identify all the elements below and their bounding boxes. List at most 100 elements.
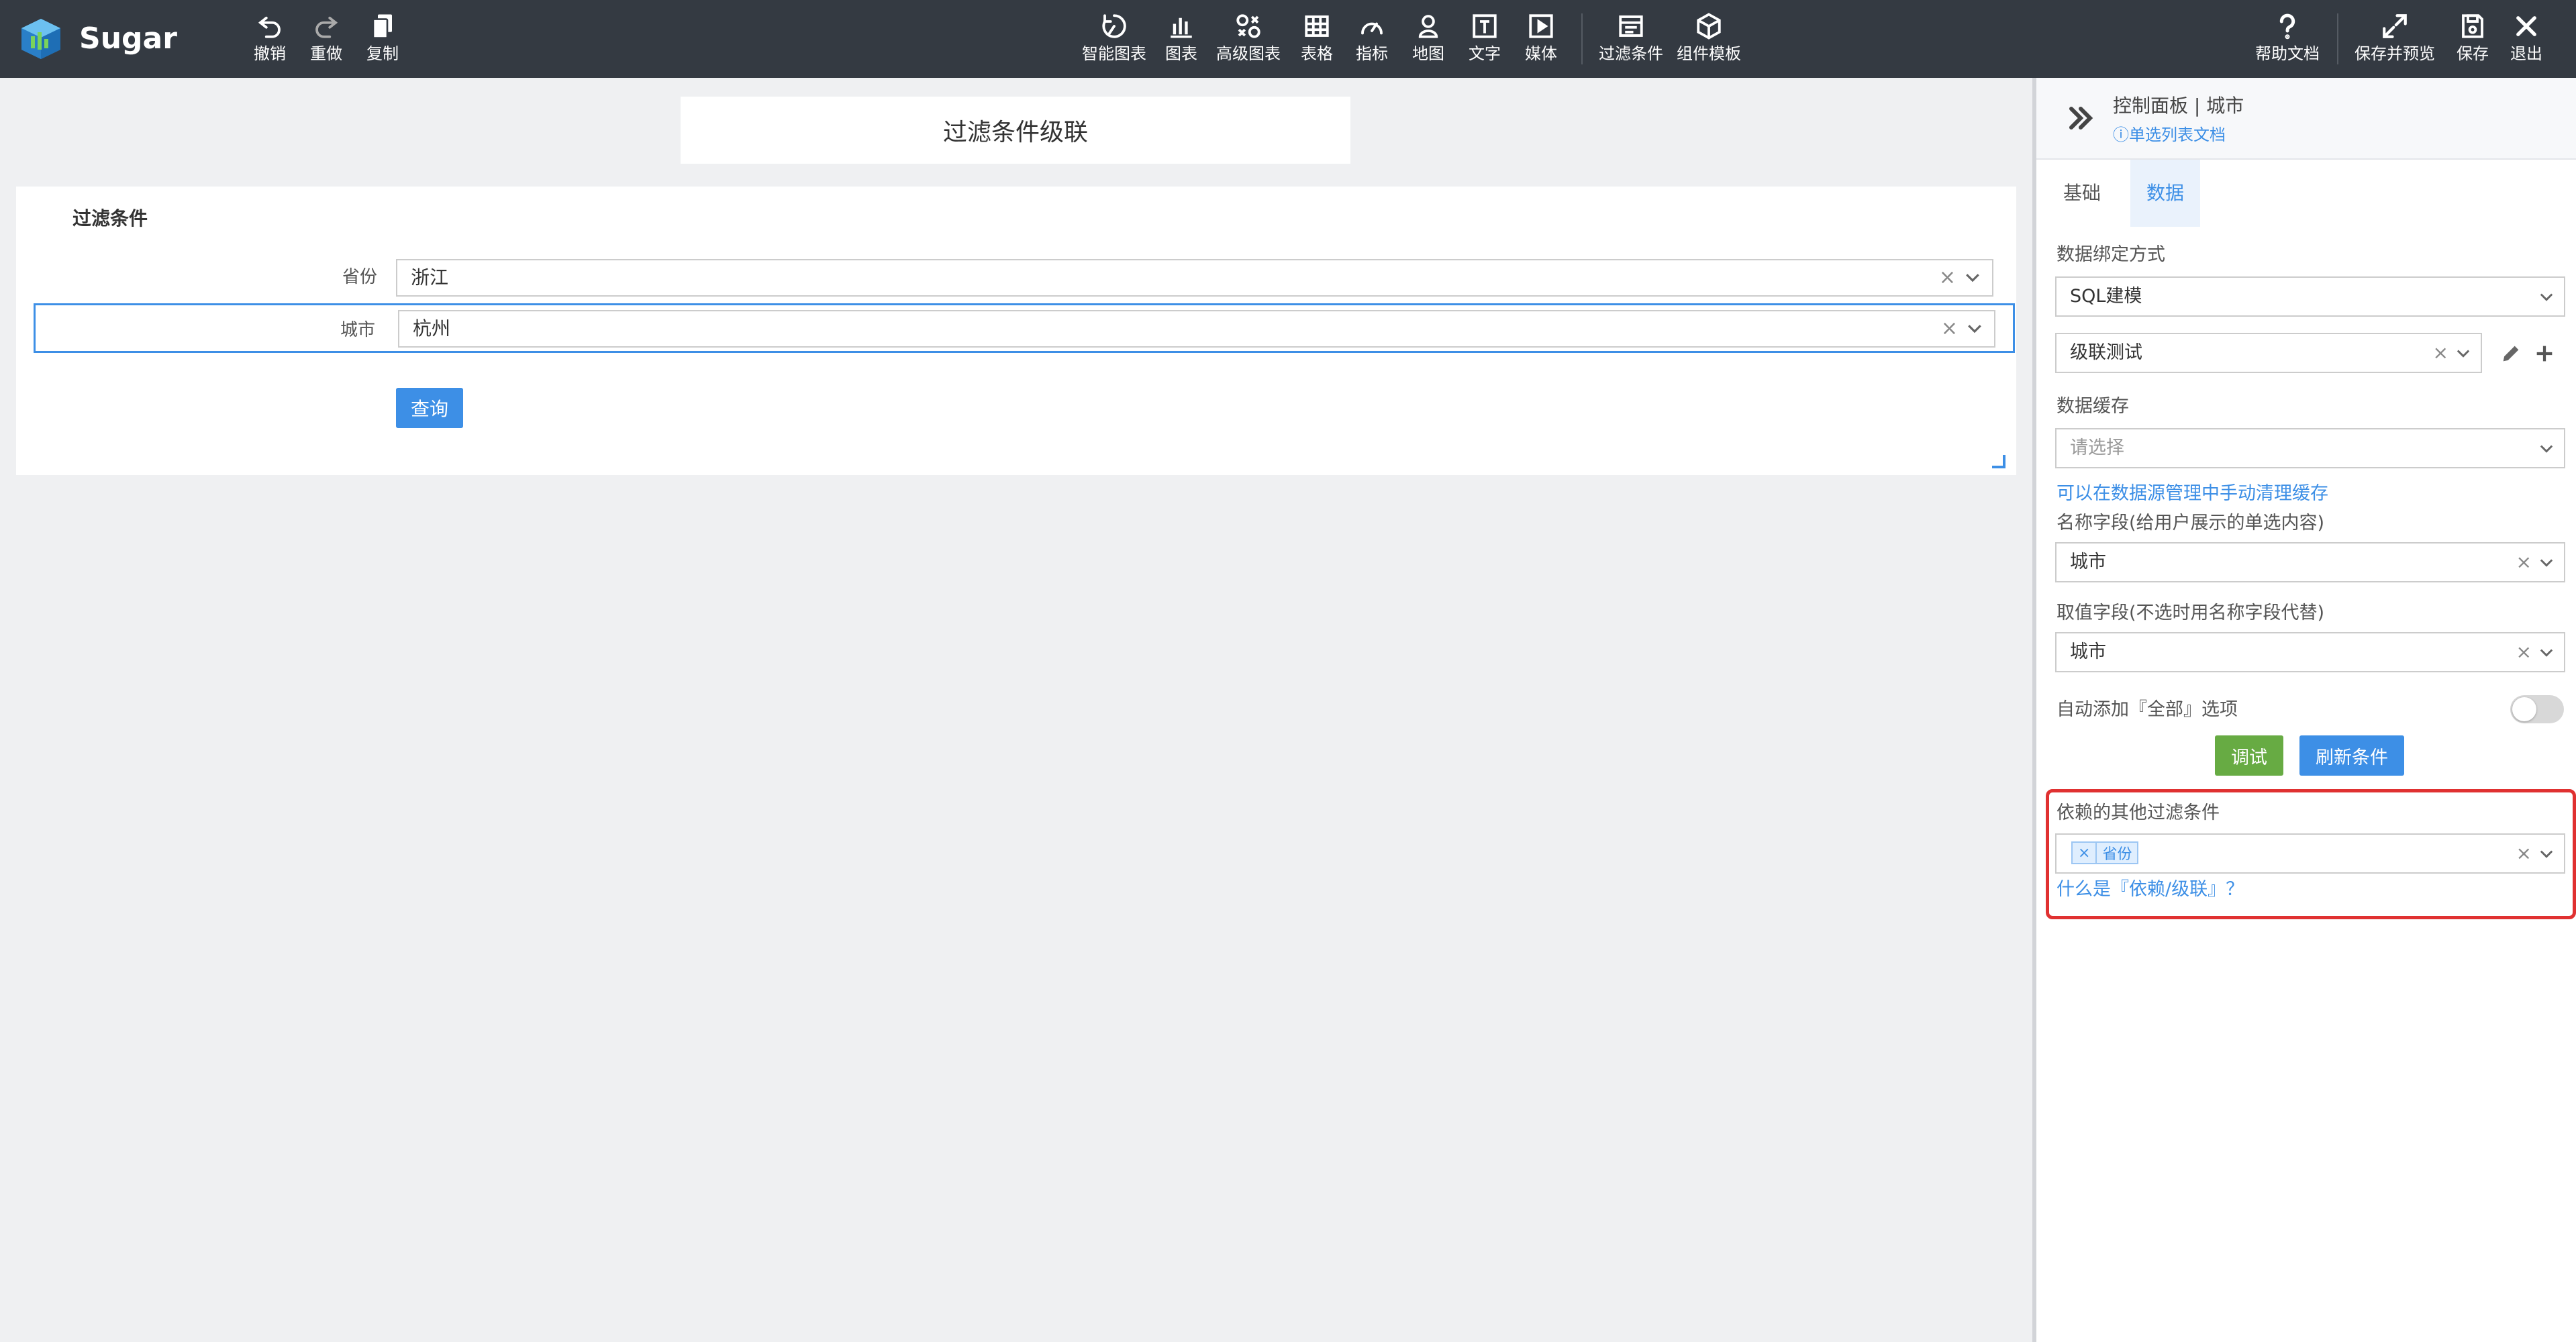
tab-data[interactable]: 数据 (2130, 160, 2201, 227)
tag-remove-icon[interactable]: × (2073, 843, 2097, 863)
debug-button[interactable]: 调试 (2215, 735, 2283, 776)
copy-label: 复制 (366, 44, 399, 63)
app-brand: Sugar (79, 21, 177, 56)
chevron-down-icon (2540, 559, 2553, 567)
clear-icon[interactable]: × (2516, 835, 2532, 872)
component-template-button[interactable]: 组件模板 (1677, 12, 1741, 70)
chevron-down-icon (2540, 445, 2553, 453)
top-toolbar: Sugar 撤销 重做 复制 智能图表 图表 高级图表 表格 指标 地图 文字 (0, 0, 2576, 78)
copy-button[interactable]: 复制 (366, 12, 399, 70)
advanced-chart-icon (1236, 14, 1260, 38)
text-button[interactable]: 文字 (1469, 12, 1501, 70)
toolbar-divider-right (2337, 13, 2338, 64)
chevron-down-icon (1966, 274, 1979, 282)
smart-chart-icon (1102, 14, 1126, 38)
tab-basic[interactable]: 基础 (2047, 160, 2117, 227)
smart-chart-button[interactable]: 智能图表 (1082, 12, 1146, 70)
component-template-label: 组件模板 (1677, 44, 1741, 63)
gauge-icon (1361, 22, 1383, 35)
value-field-value: 城市 (2070, 641, 2106, 662)
clear-icon[interactable]: × (2516, 544, 2532, 581)
depends-tag: × 省份 (2071, 841, 2139, 864)
binding-label: 数据绑定方式 (2057, 244, 2165, 265)
undo-button[interactable]: 撤销 (254, 12, 286, 70)
province-label: 省份 (342, 267, 377, 287)
cache-select[interactable]: 请选择 (2055, 428, 2565, 468)
chevron-down-icon (2540, 293, 2553, 301)
name-field-value: 城市 (2070, 552, 2106, 572)
binding-select[interactable]: SQL建模 (2055, 276, 2565, 317)
canvas-title-text: 过滤条件级联 (942, 119, 1088, 146)
plus-icon[interactable] (2533, 342, 2556, 365)
chart-label: 图表 (1165, 44, 1197, 63)
doc-link-text: 单选列表文档 (2129, 125, 2226, 144)
media-icon (1529, 14, 1553, 38)
redo-button[interactable]: 重做 (310, 12, 342, 70)
chevron-down-icon (1968, 325, 1981, 333)
map-button[interactable]: 地图 (1412, 12, 1444, 70)
refresh-button-label: 刷新条件 (2316, 747, 2388, 768)
table-button[interactable]: 表格 (1301, 12, 1333, 70)
depends-help-link[interactable]: 什么是『依赖/级联』？ (2057, 878, 2244, 902)
depends-tag-label: 省份 (2102, 846, 2132, 863)
filter-button[interactable]: 过滤条件 (1599, 12, 1663, 70)
save-label: 保存 (2457, 44, 2489, 63)
clear-icon[interactable]: × (2433, 334, 2448, 372)
map-label: 地图 (1412, 44, 1444, 63)
edit-icon[interactable] (2499, 342, 2522, 365)
cache-clear-link[interactable]: 可以在数据源管理中手动清理缓存 (2057, 482, 2328, 506)
media-button[interactable]: 媒体 (1525, 12, 1557, 70)
doc-link[interactable]: ⓘ单选列表文档 (2113, 123, 2226, 146)
province-select[interactable]: 浙江 × (396, 259, 1993, 297)
clear-icon[interactable]: × (1941, 311, 1958, 346)
expand-icon (2383, 14, 2407, 38)
clear-icon[interactable]: × (1939, 260, 1956, 295)
filter-row-province[interactable]: 省份 浙江 × (34, 252, 2015, 302)
map-pin-icon (1418, 15, 1438, 38)
name-field-select[interactable]: 城市 × (2055, 542, 2565, 582)
refresh-conditions-button[interactable]: 刷新条件 (2299, 735, 2404, 776)
close-icon (2516, 16, 2536, 36)
text-icon (1473, 14, 1497, 38)
undo-icon (258, 16, 281, 38)
chart-button[interactable]: 图表 (1165, 12, 1197, 70)
advanced-chart-button[interactable]: 高级图表 (1216, 12, 1281, 70)
city-select[interactable]: 杭州 × (398, 310, 1995, 348)
model-select[interactable]: 级联测试 × (2055, 333, 2482, 373)
filter-row-city[interactable]: 城市 杭州 × (34, 303, 2015, 353)
panel-title: 控制面板 | 城市 (2113, 95, 2244, 117)
table-label: 表格 (1301, 44, 1333, 63)
table-icon (1305, 15, 1329, 37)
save-button[interactable]: 保存 (2457, 12, 2489, 70)
depends-multiselect[interactable]: × 省份 × (2055, 833, 2565, 874)
canvas-title[interactable]: 过滤条件级联 (681, 97, 1350, 164)
save-preview-button[interactable]: 保存并预览 (2355, 12, 2435, 70)
metric-button[interactable]: 指标 (1356, 12, 1388, 70)
auto-all-label: 自动添加『全部』选项 (2057, 699, 2238, 720)
query-button-label: 查询 (410, 398, 448, 420)
control-panel: 控制面板 | 城市 ⓘ单选列表文档 基础 数据 数据绑定方式 SQL建模 级联测… (2032, 78, 2576, 1342)
double-chevron-right-icon[interactable] (2065, 102, 2097, 134)
city-value: 杭州 (413, 317, 451, 340)
value-field-select[interactable]: 城市 × (2055, 632, 2565, 672)
bar-chart-icon (1171, 17, 1192, 38)
toolbar-divider (1581, 13, 1583, 64)
debug-button-label: 调试 (2231, 747, 2267, 768)
help-button[interactable]: 帮助文档 (2255, 12, 2320, 70)
copy-icon (372, 14, 392, 39)
save-preview-label: 保存并预览 (2355, 44, 2435, 63)
save-icon (2462, 14, 2483, 38)
cache-placeholder: 请选择 (2070, 437, 2124, 458)
exit-button[interactable]: 退出 (2510, 12, 2542, 70)
sugar-logo-icon (21, 19, 60, 59)
chevron-down-icon (2540, 649, 2553, 657)
query-button[interactable]: 查询 (396, 388, 463, 428)
resize-handle[interactable] (1992, 455, 2005, 468)
help-icon (2279, 13, 2295, 40)
binding-value: SQL建模 (2070, 286, 2142, 307)
text-label: 文字 (1469, 44, 1501, 63)
filter-component[interactable]: 过滤条件 省份 浙江 × 城市 杭州 × 查询 (16, 187, 2016, 475)
auto-all-toggle[interactable] (2510, 695, 2564, 723)
clear-icon[interactable]: × (2516, 633, 2532, 671)
city-label: 城市 (340, 320, 375, 340)
